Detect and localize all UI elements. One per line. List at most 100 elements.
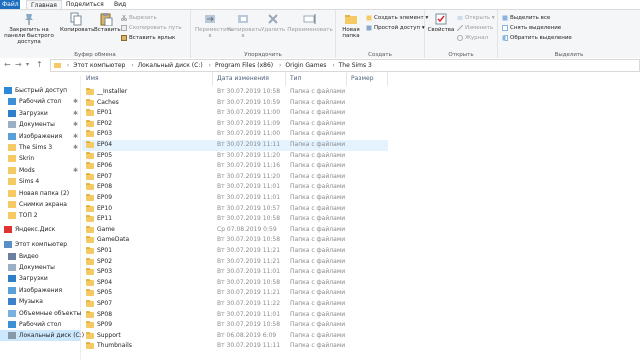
sidebar-item[interactable]: Рабочий стол ✱ — [0, 96, 80, 107]
open-button[interactable]: Открыть ▾ — [457, 14, 495, 22]
sidebar-item[interactable]: Загрузки ✱ — [0, 108, 80, 119]
table-row[interactable]: EP09 Вт 30.07.2019 11:01 Папка с файлами — [82, 193, 388, 204]
sidebar-item[interactable]: Новая папка (2) — [0, 188, 80, 199]
table-row[interactable]: EP01 Вт 30.07.2019 11:00 Папка с файлами — [82, 108, 388, 119]
table-row[interactable]: SP05 Вт 30.07.2019 11:21 Папка с файлами — [82, 288, 388, 299]
sidebar-item[interactable]: Этот компьютер — [0, 239, 80, 250]
address-bar[interactable]: › Этот компьютер › Локальный диск (C:) ›… — [50, 59, 640, 72]
table-row[interactable]: EP06 Вт 30.07.2019 11:16 Папка с файлами — [82, 161, 388, 172]
pin-quick-access-button[interactable]: Закрепить на панели быстрого доступа — [2, 12, 56, 45]
cut-button[interactable]: Вырезать — [121, 14, 157, 22]
table-row[interactable]: SP08 Вт 30.07.2019 11:01 Папка с файлами — [82, 310, 388, 321]
cloud-icon — [4, 225, 12, 233]
sidebar-item[interactable]: ТОП 2 — [0, 210, 80, 221]
table-row[interactable]: EP07 Вт 30.07.2019 11:20 Папка с файлами — [82, 172, 388, 183]
table-row[interactable]: Caches Вт 30.07.2019 10:59 Папка с файлами — [82, 98, 388, 109]
sidebar-item[interactable]: Документы — [0, 262, 80, 273]
paste-shortcut-icon — [121, 34, 127, 41]
sidebar-item[interactable]: The Sims 3 ✱ — [0, 142, 80, 153]
sidebar-item[interactable]: Видео — [0, 251, 80, 262]
table-row[interactable]: EP03 Вт 30.07.2019 11:00 Папка с файлами — [82, 129, 388, 140]
table-row[interactable]: Support Вт 06.08.2019 6:09 Папка с файлами — [82, 331, 388, 342]
table-row[interactable]: Game Ср 07.08.2019 0:59 Папка с файлами — [82, 225, 388, 236]
table-row[interactable]: SP04 Вт 30.07.2019 10:58 Папка с файлами — [82, 278, 388, 289]
select-none-button[interactable]: Снять выделение — [502, 24, 561, 32]
download-icon — [8, 109, 16, 117]
move-to-button[interactable]: Переместить в — [195, 12, 233, 39]
breadcrumb-origin-games[interactable]: Origin Games — [285, 60, 326, 71]
table-row[interactable]: EP04 Вт 30.07.2019 11:11 Папка с файлами — [82, 140, 388, 151]
table-row[interactable]: EP10 Вт 30.07.2019 10:57 Папка с файлами — [82, 204, 388, 215]
sidebar-item[interactable]: Яндекс.Диск — [0, 224, 80, 235]
file-type: Папка с файлами — [290, 88, 346, 95]
table-row[interactable]: EP11 Вт 30.07.2019 10:58 Папка с файлами — [82, 214, 388, 225]
table-row[interactable]: SP02 Вт 30.07.2019 11:21 Папка с файлами — [82, 257, 388, 268]
history-button[interactable]: Журнал — [457, 34, 488, 42]
breadcrumb-local-disk[interactable]: Локальный диск (C:) — [138, 60, 203, 71]
new-item-button[interactable]: Создать элемент ▾ — [366, 14, 428, 22]
sidebar-item[interactable]: Снимки экрана — [0, 199, 80, 210]
copy-button[interactable]: Копировать — [60, 12, 94, 33]
paste-shortcut-button[interactable]: Вставить ярлык — [121, 34, 175, 42]
paste-button[interactable]: Вставить — [94, 12, 121, 33]
table-row[interactable]: SP07 Вт 30.07.2019 11:22 Папка с файлами — [82, 299, 388, 310]
new-folder-button[interactable]: Новая папка — [338, 12, 364, 39]
sidebar-item[interactable]: Быстрый доступ — [0, 85, 80, 96]
column-header-name[interactable]: Имя — [82, 72, 213, 86]
properties-button[interactable]: Свойства — [427, 12, 455, 33]
rename-button[interactable]: Переименовать — [287, 12, 333, 33]
table-row[interactable]: SP03 Вт 30.07.2019 11:01 Папка с файлами — [82, 267, 388, 278]
file-name: SP01 — [97, 247, 113, 254]
sidebar-item[interactable]: Mods ✱ — [0, 165, 80, 176]
sidebar-item[interactable]: Музыка — [0, 296, 80, 307]
table-row[interactable]: Thumbnails Вт 30.07.2019 11:11 Папка с фай… — [82, 341, 388, 352]
breadcrumb-this-pc[interactable]: Этот компьютер — [73, 60, 125, 71]
column-header-size[interactable]: Размер — [347, 72, 388, 86]
up-arrow-icon[interactable]: ↑ — [36, 60, 43, 70]
sidebar-item[interactable]: Загрузки — [0, 273, 80, 284]
tab-share[interactable]: Поделиться — [62, 0, 108, 9]
sidebar-item-label: Музыка — [19, 298, 43, 306]
table-row[interactable]: SP01 Вт 30.07.2019 11:21 Папка с файлами — [82, 246, 388, 257]
table-row[interactable]: GameData Вт 30.07.2019 10:58 Папка с файла… — [82, 235, 388, 246]
breadcrumb-program-files[interactable]: Program Files (x86) — [215, 60, 273, 71]
sidebar-item[interactable]: Локальный диск (C:) — [0, 330, 84, 342]
tab-file[interactable]: Файл — [0, 0, 20, 9]
edit-button[interactable]: Изменить — [457, 24, 493, 32]
back-arrow-icon[interactable]: ← — [4, 60, 11, 70]
recent-dropdown-icon[interactable]: ▾ — [26, 60, 29, 70]
forward-arrow-icon[interactable]: → — [15, 60, 22, 70]
easy-access-button[interactable]: Простой доступ ▾ — [366, 24, 425, 32]
file-name: EP10 — [97, 204, 113, 212]
sidebar-item-label: Рабочий стол — [19, 321, 62, 328]
copy-path-button[interactable]: Скопировать путь — [121, 24, 182, 32]
table-row[interactable]: EP05 Вт 30.07.2019 11:20 Папка с файлами — [82, 151, 388, 162]
table-row[interactable]: EP02 Вт 30.07.2019 11:09 Папка с файлами — [82, 119, 388, 130]
column-header-type[interactable]: Тип — [286, 72, 347, 86]
scissors-icon — [121, 14, 127, 21]
select-all-button[interactable]: Выделить все — [502, 14, 550, 22]
file-date: Вт 30.07.2019 10:58 — [217, 215, 281, 223]
sidebar-item[interactable]: Изображения ✱ — [0, 131, 80, 142]
file-type: Папка с файлами — [290, 141, 346, 148]
sidebar-item[interactable]: Документы ✱ — [0, 119, 80, 130]
sidebar-item[interactable]: Изображения — [0, 285, 80, 296]
sidebar-item[interactable]: Sims 4 — [0, 176, 80, 187]
file-type: Папка с файлами — [290, 257, 346, 265]
sidebar-item[interactable]: Объемные объекты — [0, 308, 81, 319]
sidebar-item[interactable]: Рабочий стол — [0, 319, 80, 330]
breadcrumb-the-sims-3[interactable]: The Sims 3 — [339, 60, 372, 71]
invert-selection-button[interactable]: Обратить выделение — [502, 34, 572, 42]
tab-view[interactable]: Вид — [110, 0, 130, 9]
table-row[interactable]: SP09 Вт 30.07.2019 10:58 Папка с файлами — [82, 320, 388, 331]
copy-to-button[interactable]: Копировать в — [227, 12, 261, 39]
column-header-date[interactable]: Дата изменения — [213, 72, 286, 86]
delete-button[interactable]: Удалить — [261, 12, 285, 33]
table-row[interactable]: EP08 Вт 30.07.2019 11:01 Папка с файлами — [82, 182, 388, 193]
ribbon: Закрепить на панели быстрого доступа Коп… — [0, 9, 640, 60]
computer-icon — [4, 241, 12, 249]
table-row[interactable]: __Installer Вт 30.07.2019 10:58 Папка с фа… — [82, 87, 388, 98]
new-item-label: Создать элемент — [374, 15, 424, 21]
sidebar-item-label: Этот компьютер — [15, 241, 68, 249]
sidebar-item[interactable]: Skrin — [0, 153, 80, 164]
